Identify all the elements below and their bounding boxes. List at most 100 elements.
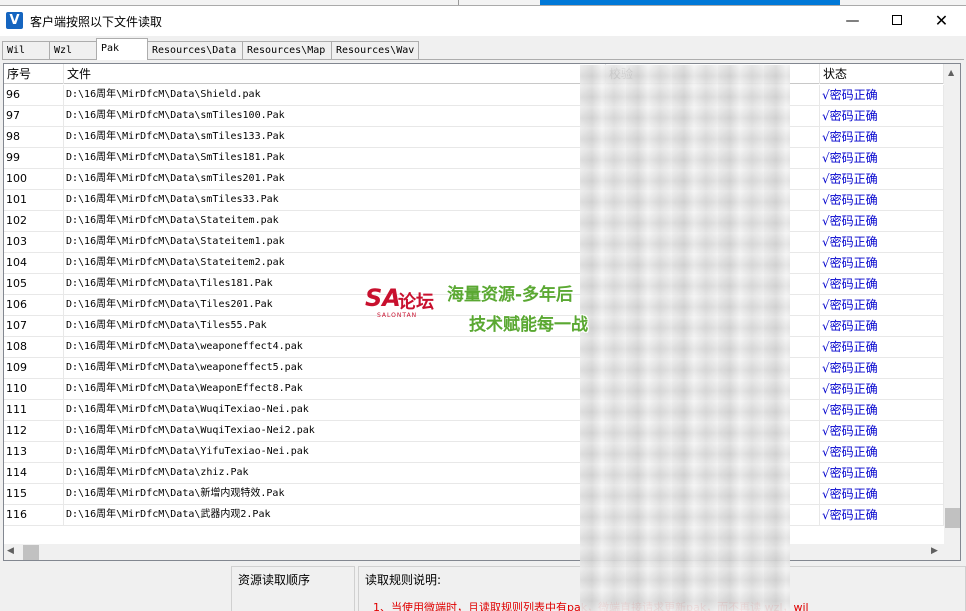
resource-order-panel: 资源读取顺序	[231, 566, 355, 611]
row-idx: 105	[4, 274, 64, 295]
horizontal-scroll-thumb[interactable]	[23, 545, 39, 560]
row-state: √密码正确	[820, 442, 944, 463]
row-file: D:\16周年\MirDfcM\Data\SmTiles181.Pak	[64, 148, 606, 169]
row-idx: 100	[4, 169, 64, 190]
row-idx: 113	[4, 442, 64, 463]
vertical-scroll-thumb[interactable]	[945, 508, 960, 528]
row-file: D:\16周年\MirDfcM\Data\Stateitem1.pak	[64, 232, 606, 253]
tab-resources-wav[interactable]: Resources\Wav	[331, 41, 419, 60]
row-idx: 103	[4, 232, 64, 253]
logo-sa: SA	[365, 284, 401, 312]
title-bar[interactable]: V 客户端按照以下文件读取 — ✕	[0, 6, 966, 36]
row-state: √密码正确	[820, 127, 944, 148]
scroll-up-icon[interactable]: ▲	[948, 68, 954, 77]
table-row[interactable]: 103 D:\16周年\MirDfcM\Data\Stateitem1.pak √密…	[4, 232, 944, 253]
row-state: √密码正确	[820, 148, 944, 169]
row-state: √密码正确	[820, 484, 944, 505]
table-row[interactable]: 96 D:\16周年\MirDfcM\Data\Shield.pak √密码正确	[4, 85, 944, 106]
row-state: √密码正确	[820, 274, 944, 295]
watermark-line-2: 技术赋能每一战	[469, 315, 588, 335]
tab-strip: Wil Wzl Pak Resources\Data Resources\Map…	[2, 38, 964, 60]
header-idx[interactable]: 序号	[4, 64, 64, 84]
scroll-left-icon[interactable]: ◀	[7, 546, 14, 556]
tab-pak[interactable]: Pak	[96, 38, 148, 60]
table-row[interactable]: 115 D:\16周年\MirDfcM\Data\新增内观特效.Pak √密码正确	[4, 484, 944, 505]
row-idx: 97	[4, 106, 64, 127]
table-row[interactable]: 101 D:\16周年\MirDfcM\Data\smTiles33.Pak √密码…	[4, 190, 944, 211]
vertical-scrollbar[interactable]: ▲	[944, 64, 960, 544]
row-file: D:\16周年\MirDfcM\Data\smTiles100.Pak	[64, 106, 606, 127]
row-file: D:\16周年\MirDfcM\Data\Stateitem.pak	[64, 211, 606, 232]
row-file: D:\16周年\MirDfcM\Data\weaponeffect4.pak	[64, 337, 606, 358]
row-idx: 98	[4, 127, 64, 148]
row-idx: 111	[4, 400, 64, 421]
row-state: √密码正确	[820, 337, 944, 358]
table-row[interactable]: 100 D:\16周年\MirDfcM\Data\smTiles201.Pak √密…	[4, 169, 944, 190]
row-state: √密码正确	[820, 169, 944, 190]
logo-cn: 论坛	[398, 292, 434, 313]
table-row[interactable]: 112 D:\16周年\MirDfcM\Data\WuqiTexiao-Nei2.…	[4, 421, 944, 442]
row-state: √密码正确	[820, 316, 944, 337]
row-state: √密码正确	[820, 421, 944, 442]
redacted-hash-column	[580, 65, 790, 611]
horizontal-scrollbar[interactable]: ◀ ▶	[4, 544, 944, 560]
row-state: √密码正确	[820, 400, 944, 421]
table-row[interactable]: 113 D:\16周年\MirDfcM\Data\YifuTexiao-Nei.p…	[4, 442, 944, 463]
window-title: 客户端按照以下文件读取	[30, 15, 163, 29]
maximize-button[interactable]	[874, 6, 919, 36]
row-state: √密码正确	[820, 211, 944, 232]
scroll-right-icon[interactable]: ▶	[931, 546, 938, 556]
row-file: D:\16周年\MirDfcM\Data\WuqiTexiao-Nei.pak	[64, 400, 606, 421]
row-state: √密码正确	[820, 379, 944, 400]
row-file: D:\16周年\MirDfcM\Data\smTiles133.Pak	[64, 127, 606, 148]
logo-sub: SALONTAN	[377, 312, 418, 319]
table-row[interactable]: 98 D:\16周年\MirDfcM\Data\smTiles133.Pak √密码…	[4, 127, 944, 148]
row-file: D:\16周年\MirDfcM\Data\新增内观特效.Pak	[64, 484, 606, 505]
row-idx: 108	[4, 337, 64, 358]
row-idx: 107	[4, 316, 64, 337]
row-file: D:\16周年\MirDfcM\Data\WuqiTexiao-Nei2.pak	[64, 421, 606, 442]
row-state: √密码正确	[820, 295, 944, 316]
row-idx: 116	[4, 505, 64, 526]
row-idx: 112	[4, 421, 64, 442]
row-idx: 115	[4, 484, 64, 505]
forum-watermark: SA 论坛 SALONTAN 海量资源-多年后 技术赋能每一战	[365, 270, 605, 340]
row-file: D:\16周年\MirDfcM\Data\Shield.pak	[64, 85, 606, 106]
row-state: √密码正确	[820, 253, 944, 274]
row-file: D:\16周年\MirDfcM\Data\YifuTexiao-Nei.pak	[64, 442, 606, 463]
row-file: D:\16周年\MirDfcM\Data\WeaponEffect8.Pak	[64, 379, 606, 400]
table-row[interactable]: 97 D:\16周年\MirDfcM\Data\smTiles100.Pak √密码…	[4, 106, 944, 127]
row-idx: 106	[4, 295, 64, 316]
row-state: √密码正确	[820, 190, 944, 211]
row-file: D:\16周年\MirDfcM\Data\weaponeffect5.pak	[64, 358, 606, 379]
header-state[interactable]: 状态	[820, 64, 944, 84]
maximize-icon	[891, 15, 902, 25]
row-idx: 96	[4, 85, 64, 106]
table-row[interactable]: 116 D:\16周年\MirDfcM\Data\武器内观2.Pak √密码正确	[4, 505, 944, 526]
read-rules-title: 读取规则说明:	[365, 573, 442, 587]
table-row[interactable]: 102 D:\16周年\MirDfcM\Data\Stateitem.pak √密码…	[4, 211, 944, 232]
tab-resources-map[interactable]: Resources\Map	[242, 41, 332, 60]
close-button[interactable]: ✕	[919, 6, 964, 36]
row-idx: 110	[4, 379, 64, 400]
row-state: √密码正确	[820, 85, 944, 106]
row-state: √密码正确	[820, 358, 944, 379]
table-row[interactable]: 109 D:\16周年\MirDfcM\Data\weaponeffect5.pa…	[4, 358, 944, 379]
table-row[interactable]: 111 D:\16周年\MirDfcM\Data\WuqiTexiao-Nei.p…	[4, 400, 944, 421]
header-file[interactable]: 文件	[64, 64, 606, 84]
row-state: √密码正确	[820, 232, 944, 253]
row-idx: 102	[4, 211, 64, 232]
row-idx: 101	[4, 190, 64, 211]
row-idx: 104	[4, 253, 64, 274]
tab-resources-data[interactable]: Resources\Data	[147, 41, 243, 60]
table-row[interactable]: 110 D:\16周年\MirDfcM\Data\WeaponEffect8.Pa…	[4, 379, 944, 400]
sa-forum-logo: SA 论坛 SALONTAN	[365, 284, 445, 324]
tab-wzl[interactable]: Wzl	[49, 41, 97, 60]
table-row[interactable]: 114 D:\16周年\MirDfcM\Data\zhiz.Pak √密码正确	[4, 463, 944, 484]
row-file: D:\16周年\MirDfcM\Data\smTiles33.Pak	[64, 190, 606, 211]
tab-wil[interactable]: Wil	[2, 41, 52, 60]
row-state: √密码正确	[820, 463, 944, 484]
table-row[interactable]: 99 D:\16周年\MirDfcM\Data\SmTiles181.Pak √密码…	[4, 148, 944, 169]
minimize-button[interactable]: —	[830, 6, 875, 36]
table-row[interactable]: 108 D:\16周年\MirDfcM\Data\weaponeffect4.pa…	[4, 337, 944, 358]
